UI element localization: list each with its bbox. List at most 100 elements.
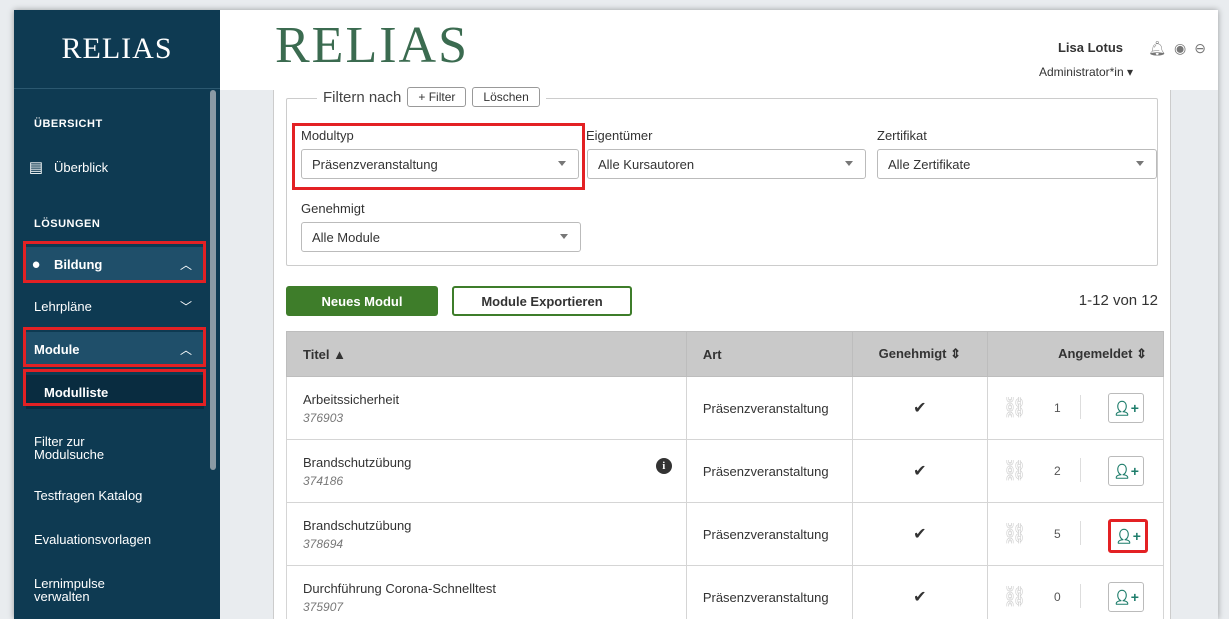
module-panel: Filtern nach + Filter Löschen Modultyp P… bbox=[273, 87, 1171, 619]
sidebar-item-testfragen[interactable]: Testfragen Katalog bbox=[34, 478, 212, 512]
add-user-button[interactable]: 👤︎+ bbox=[1107, 456, 1144, 486]
sidebar-logo: RELIAS bbox=[14, 10, 220, 89]
add-user-button[interactable]: 👤︎+ bbox=[1107, 519, 1148, 553]
table-row[interactable]: Brandschutzübung 378694 Präsenzveranstalt… bbox=[286, 502, 1165, 566]
user-plus-icon: 👤︎+ bbox=[1112, 588, 1139, 605]
registered-count: 5 bbox=[1053, 527, 1061, 541]
row-type: Präsenzveranstaltung bbox=[685, 565, 853, 619]
cert-select[interactable]: Alle Zertifikate bbox=[877, 149, 1157, 179]
approved-value: Alle Module bbox=[312, 229, 380, 245]
divider bbox=[1079, 395, 1081, 419]
row-title[interactable]: Durchführung Corona-Schnelltest bbox=[303, 581, 670, 596]
row-title[interactable]: Arbeitssicherheit bbox=[303, 392, 670, 407]
link-icon[interactable]: ⛓︎ bbox=[1002, 458, 1027, 483]
pagination-info: 1-12 von 12 bbox=[1078, 292, 1158, 309]
clear-filter-button[interactable]: Löschen bbox=[472, 87, 540, 107]
owner-select[interactable]: Alle Kursautoren bbox=[587, 149, 866, 179]
chevron-up-icon: ︿ bbox=[179, 258, 192, 272]
main-content: Filtern nach + Filter Löschen Modultyp P… bbox=[220, 87, 1218, 619]
owner-label: Eigentümer bbox=[586, 128, 653, 143]
sidebar-item-lernimpulse[interactable]: Lernimpulse verwalten bbox=[34, 570, 212, 610]
approved-select[interactable]: Alle Module bbox=[301, 222, 581, 252]
sidebar-item-label: Filter zur Modulsuche bbox=[34, 434, 105, 462]
sidebar-item-evaluation[interactable]: Evaluationsvorlagen bbox=[34, 522, 212, 556]
bell-icon[interactable]: 🔔︎ bbox=[1148, 40, 1166, 57]
sidebar: RELIAS ÜBERSICHT ▤ Überblick LÖSUNGEN ● … bbox=[14, 10, 220, 619]
user-plus-icon: 👤︎+ bbox=[1114, 527, 1141, 544]
divider bbox=[1079, 521, 1081, 545]
caret-down-icon bbox=[558, 161, 566, 166]
new-module-button[interactable]: Neues Modul bbox=[286, 286, 438, 316]
row-title[interactable]: Brandschutzübung bbox=[303, 518, 670, 533]
owner-value: Alle Kursautoren bbox=[598, 156, 695, 172]
modultyp-value: Präsenzveranstaltung bbox=[312, 156, 438, 172]
sidebar-item-modulliste[interactable]: Modulliste bbox=[26, 375, 204, 409]
col-title[interactable]: Titel ▲ bbox=[286, 331, 687, 377]
modules-table: Titel ▲ Art Genehmigt ⇕ Angemeldet ⇕ Arb… bbox=[286, 331, 1165, 619]
sidebar-item-lehrplaene[interactable]: Lehrpläne ﹀ bbox=[34, 289, 204, 323]
sidebar-item-module[interactable]: Module ︿ bbox=[26, 332, 204, 366]
section-solutions: LÖSUNGEN bbox=[34, 218, 101, 230]
link-icon[interactable]: ⛓︎ bbox=[1002, 584, 1027, 609]
row-id: 376903 bbox=[303, 410, 344, 425]
table-row[interactable]: Arbeitssicherheit 376903 Präsenzveranstal… bbox=[286, 376, 1165, 440]
sidebar-scrollbar[interactable] bbox=[210, 90, 216, 470]
cert-label: Zertifikat bbox=[877, 128, 927, 143]
caret-down-icon bbox=[560, 234, 568, 239]
divider bbox=[1079, 584, 1081, 608]
sidebar-item-bildung[interactable]: ● Bildung ︿ bbox=[26, 247, 204, 281]
user-plus-icon: 👤︎+ bbox=[1112, 399, 1139, 416]
sidebar-item-filter[interactable]: Filter zur Modulsuche bbox=[34, 428, 212, 468]
table-row[interactable]: Brandschutzübung 374186 i Präsenzveranstal… bbox=[286, 439, 1165, 503]
row-type: Präsenzveranstaltung bbox=[685, 502, 853, 566]
sidebar-item-label: Testfragen Katalog bbox=[34, 487, 143, 503]
row-type: Präsenzveranstaltung bbox=[685, 439, 853, 503]
checkmark-icon: ✔ bbox=[913, 526, 927, 543]
sidebar-item-label: Bildung bbox=[54, 256, 103, 272]
divider bbox=[1079, 458, 1081, 482]
role-dropdown[interactable]: Administrator*in ▾ bbox=[1039, 65, 1133, 79]
registered-count: 2 bbox=[1053, 464, 1061, 478]
dashboard-icon: ▤ bbox=[28, 159, 44, 176]
sidebar-item-label: Überblick bbox=[54, 159, 109, 175]
user-name[interactable]: Lisa Lotus bbox=[1058, 40, 1123, 55]
approved-label: Genehmigt bbox=[301, 201, 365, 216]
checkmark-icon: ✔ bbox=[913, 463, 927, 480]
sidebar-item-label: Evaluationsvorlagen bbox=[34, 531, 152, 547]
chevron-up-icon: ︿ bbox=[179, 343, 192, 357]
sidebar-item-label: Lehrpläne bbox=[34, 298, 92, 314]
modultyp-select[interactable]: Präsenzveranstaltung bbox=[301, 149, 579, 179]
registered-count: 0 bbox=[1053, 590, 1061, 604]
checkmark-icon: ✔ bbox=[913, 400, 927, 417]
table-row[interactable]: Durchführung Corona-Schnelltest 375907 Pr… bbox=[286, 565, 1165, 619]
sidebar-item-overview[interactable]: ▤ Überblick bbox=[26, 150, 204, 184]
filter-legend-label: Filtern nach bbox=[323, 88, 402, 106]
user-plus-icon: 👤︎+ bbox=[1112, 462, 1139, 479]
filter-box: Filtern nach + Filter Löschen Modultyp P… bbox=[286, 87, 1158, 266]
top-icons: 🔔︎ ◉ ⊖ bbox=[1148, 40, 1206, 57]
logout-icon[interactable]: ⊖ bbox=[1194, 40, 1206, 57]
col-registered[interactable]: Angemeldet ⇕ bbox=[986, 331, 1165, 377]
section-overview: ÜBERSICHT bbox=[34, 118, 103, 130]
row-id: 378694 bbox=[303, 536, 344, 551]
link-icon[interactable]: ⛓︎ bbox=[1002, 521, 1027, 546]
add-filter-button[interactable]: + Filter bbox=[407, 87, 467, 107]
modultyp-label: Modultyp bbox=[301, 128, 354, 143]
link-icon[interactable]: ⛓︎ bbox=[1002, 395, 1027, 420]
sidebar-item-label: Modulliste bbox=[44, 384, 109, 400]
row-id: 375907 bbox=[303, 599, 344, 614]
row-type: Präsenzveranstaltung bbox=[685, 376, 853, 440]
registered-count: 1 bbox=[1053, 401, 1061, 415]
info-icon[interactable]: i bbox=[655, 458, 672, 474]
col-approved[interactable]: Genehmigt ⇕ bbox=[851, 331, 988, 377]
add-user-button[interactable]: 👤︎+ bbox=[1107, 393, 1144, 423]
export-modules-button[interactable]: Module Exportieren bbox=[452, 286, 632, 316]
sidebar-item-label: Lernimpulse verwalten bbox=[34, 576, 105, 604]
add-user-button[interactable]: 👤︎+ bbox=[1107, 582, 1144, 612]
app-window: RELIAS ÜBERSICHT ▤ Überblick LÖSUNGEN ● … bbox=[14, 10, 1218, 619]
user-circle-icon[interactable]: ◉ bbox=[1174, 40, 1186, 57]
chevron-down-icon: ﹀ bbox=[179, 300, 192, 314]
cert-value: Alle Zertifikate bbox=[888, 156, 971, 172]
col-type: Art bbox=[685, 331, 853, 377]
row-title[interactable]: Brandschutzübung bbox=[303, 455, 670, 470]
